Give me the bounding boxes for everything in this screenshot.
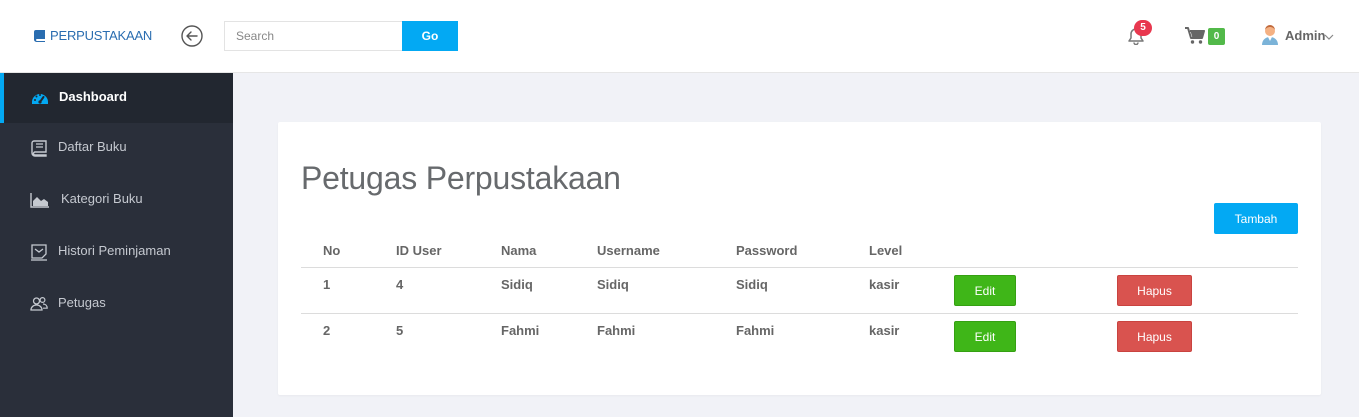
sidebar-item-petugas[interactable]: Petugas [0, 279, 233, 329]
user-name[interactable]: Admin [1285, 28, 1325, 43]
cell-no: 2 [323, 323, 331, 338]
column-header-password: Password [736, 243, 798, 258]
edit-button[interactable]: Edit [954, 321, 1016, 352]
cell-username: Fahmi [597, 323, 636, 338]
dashboard-icon [32, 94, 48, 104]
cell-no: 1 [323, 277, 331, 292]
sidebar-item-kategori-buku[interactable]: Kategori Buku [0, 175, 233, 225]
cell-password: Fahmi [736, 323, 775, 338]
avatar[interactable] [1261, 24, 1279, 46]
sidebar-item-label: Daftar Buku [58, 139, 127, 154]
brand-label: PERPUSTAKAAN [50, 28, 153, 43]
chevron-down-icon[interactable] [1324, 33, 1334, 41]
add-button[interactable]: Tambah [1214, 203, 1298, 234]
column-header-nama: Nama [501, 243, 537, 258]
column-header-no: No [323, 243, 341, 258]
users-icon [30, 296, 48, 311]
column-header-username: Username [597, 243, 660, 258]
cell-password: Sidiq [736, 277, 768, 292]
cell-id-user: 5 [396, 323, 404, 338]
back-arrow-icon[interactable] [181, 25, 203, 47]
cell-level: kasir [869, 277, 900, 292]
divider [301, 313, 1298, 314]
edit-button[interactable]: Edit [954, 275, 1016, 306]
cell-nama: Fahmi [501, 323, 540, 338]
cart-badge: 0 [1208, 28, 1225, 45]
area-chart-icon [30, 193, 49, 208]
cell-nama: Sidiq [501, 277, 533, 292]
delete-button[interactable]: Hapus [1117, 321, 1192, 352]
column-header-id-user: ID User [396, 243, 442, 258]
sidebar-item-label: Dashboard [59, 89, 127, 104]
history-icon [31, 244, 47, 261]
sidebar-item-label: Petugas [58, 295, 106, 310]
column-header-level: Level [869, 243, 903, 258]
cart-icon[interactable] [1185, 27, 1205, 45]
page-title: Petugas Perpustakaan [301, 160, 621, 196]
search-input[interactable] [224, 21, 403, 51]
book-icon [31, 140, 47, 157]
sidebar: Dashboard Daftar Buku Kategori Buku Hist… [0, 73, 233, 417]
search-go-button[interactable]: Go [402, 21, 458, 51]
delete-button[interactable]: Hapus [1117, 275, 1192, 306]
sidebar-item-dashboard[interactable]: Dashboard [0, 73, 233, 123]
brand-logo[interactable]: PERPUSTAKAAN [34, 28, 152, 43]
sidebar-item-daftar-buku[interactable]: Daftar Buku [0, 123, 233, 173]
divider [301, 267, 1298, 268]
sidebar-item-label: Histori Peminjaman [58, 243, 171, 258]
cell-username: Sidiq [597, 277, 629, 292]
book-icon [34, 29, 45, 42]
cell-id-user: 4 [396, 277, 404, 292]
sidebar-item-histori-peminjaman[interactable]: Histori Peminjaman [0, 227, 233, 277]
top-bar: PERPUSTAKAAN Go 5 0 Admin [0, 0, 1359, 73]
notification-badge: 5 [1134, 20, 1152, 36]
cell-level: kasir [869, 323, 900, 338]
sidebar-item-label: Kategori Buku [61, 191, 143, 206]
petugas-card: Petugas Perpustakaan Tambah No ID User N… [278, 122, 1321, 395]
